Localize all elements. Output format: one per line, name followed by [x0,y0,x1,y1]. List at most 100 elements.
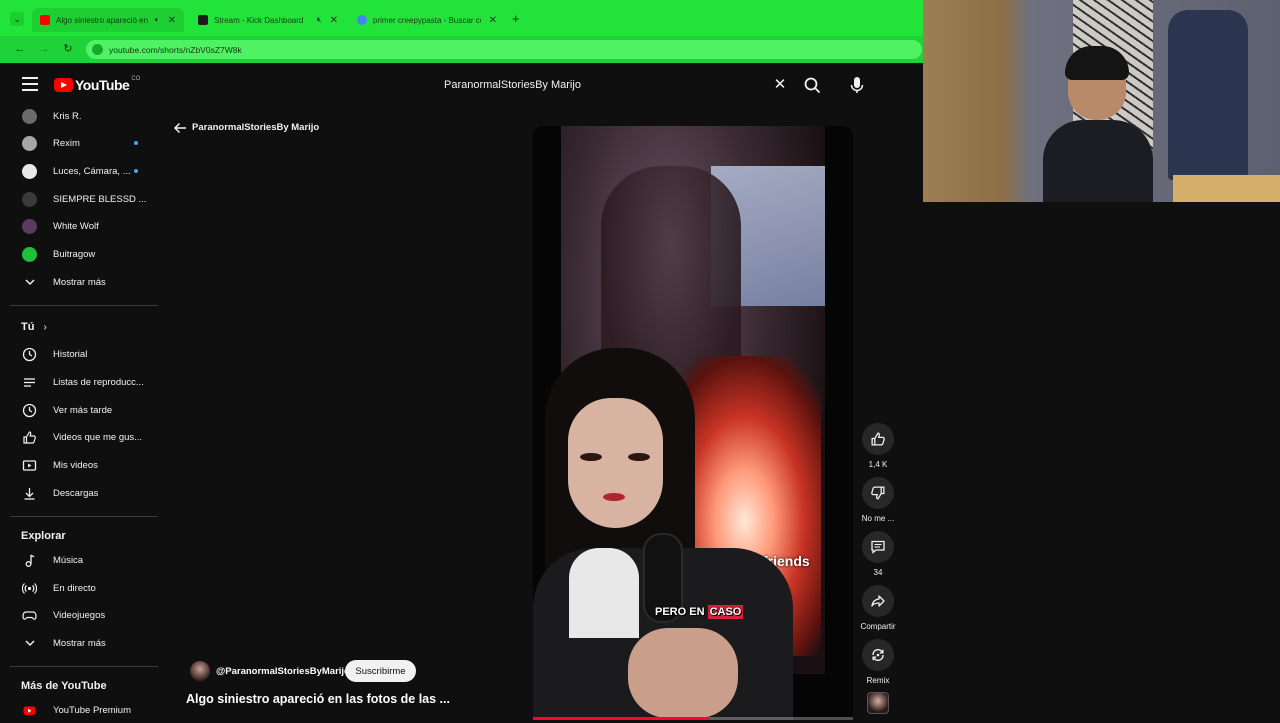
divider [10,516,158,517]
thumbs-up-icon [22,430,37,445]
comment-count: 34 [873,568,883,577]
sidebar-item-label: Videos que me gus... [53,431,143,443]
sidebar-item-history[interactable]: Historial [12,341,158,367]
microphone-icon[interactable] [845,74,869,96]
comment-icon [871,540,885,554]
sidebar-item-music[interactable]: Música [12,547,158,573]
sidebar-item-youtube-premium[interactable]: YouTube Premium [12,697,158,723]
mute-icon[interactable]: 🔇︎ [317,15,322,25]
webcam-overlay [923,0,1280,202]
close-tab-icon[interactable]: ✕ [330,15,338,26]
thumbs-up-icon [871,432,885,446]
close-tab-icon[interactable]: ✕ [489,15,497,26]
channel-handle[interactable]: @ParanormalStoriesByMarijo [216,666,350,677]
dislike-button[interactable] [862,477,894,509]
new-content-dot [134,141,138,145]
divider [10,666,158,667]
subscription-item[interactable]: Luces, Cámara, ... [12,158,158,184]
subscription-label: SIEMPRE BLESSD ... [53,193,147,205]
shorts-video-player[interactable]: friends PERO EN CASO [533,126,853,720]
tab-title: Algo siniestro apareció en [56,15,149,25]
sidebar-item-label: Listas de reproducc... [53,376,144,388]
subscription-label: White Wolf [53,220,99,232]
reload-icon[interactable]: ↻ [60,41,76,57]
url-text: youtube.com/shorts/nZbV0sZ7W8k [109,44,242,55]
subscription-item[interactable]: Buitragow [12,241,158,267]
tab-title: primer creepypasta - Buscar co [373,15,481,25]
forward-icon[interactable]: → [36,41,52,57]
avatar [22,191,37,207]
clear-search-icon[interactable]: ✕ [771,76,789,94]
search-icon[interactable] [800,74,824,96]
like-count: 1,4 K [868,460,888,469]
sidebar-item-my-videos[interactable]: Mis videos [12,452,158,478]
google-favicon-icon [357,15,367,25]
empty-area [923,202,1280,720]
sidebar-item-label: En directo [53,582,96,594]
more-from-youtube-heading: Más de YouTube [21,680,107,692]
chevron-down-icon [22,275,37,290]
sidebar-item-playlists[interactable]: Listas de reproducc... [12,369,158,395]
sidebar-item-live[interactable]: En directo [12,575,158,601]
search-input[interactable]: ParanormalStoriesBy Marijo [434,72,796,98]
presenter-figure [533,348,793,720]
remix-button[interactable] [862,639,894,671]
comments-button[interactable] [862,531,894,563]
browser-tab-active[interactable]: Algo siniestro apareció en 🔈︎ ✕ [32,8,184,32]
youtube-favicon-icon [40,15,50,25]
subscription-label: Rexim [53,137,80,149]
browser-tab[interactable]: Stream - Kick Dashboard 🔇︎ ✕ [190,8,346,32]
show-more-subscriptions[interactable]: Mostrar más [12,269,158,295]
channel-avatar[interactable] [190,661,210,681]
show-more-label: Mostrar más [53,637,106,649]
browser-tab[interactable]: primer creepypasta - Buscar co ✕ [349,8,505,32]
back-channel-label[interactable]: ParanormalStoriesBy Marijo [192,122,319,133]
subscription-label: Buitragow [53,248,96,260]
sidebar-item-label: Mis videos [53,459,98,471]
divider [10,305,158,306]
menu-icon[interactable] [22,77,38,91]
sidebar-item-label: YouTube Premium [53,704,131,716]
video-icon [22,458,37,473]
remix-label: Remix [866,676,890,685]
tab-title: Stream - Kick Dashboard [214,15,304,25]
sound-thumbnail[interactable] [867,692,889,714]
back-icon[interactable]: ← [12,41,28,57]
sidebar-item-liked-videos[interactable]: Videos que me gus... [12,424,158,450]
sidebar-item-label: Historial [53,348,88,360]
avatar [22,246,37,262]
sidebar-item-downloads[interactable]: Descargas [12,480,158,506]
site-info-icon[interactable] [92,44,103,55]
dislike-label: No me ... [861,514,895,523]
sidebar-item-label: Descargas [53,487,99,499]
video-caption: PERO EN CASO [655,605,744,619]
you-section-heading[interactable]: Tú › [21,321,47,333]
subscription-label: Kris R. [53,110,82,122]
back-arrow-icon[interactable] [172,120,188,136]
avatar [22,108,37,124]
tab-list-button[interactable]: ⌄ [10,12,24,26]
sidebar-item-gaming[interactable]: Videojuegos [12,602,158,628]
show-more-label: Mostrar más [53,276,106,288]
subscription-item[interactable]: White Wolf [12,213,158,239]
show-more-explore[interactable]: Mostrar más [12,630,158,656]
music-note-icon [22,553,37,568]
new-tab-icon[interactable]: + [512,11,520,26]
avatar [22,218,37,234]
subscribe-button[interactable]: Suscribirme [345,660,416,682]
subscription-item[interactable]: Kris R. [12,103,158,129]
share-label: Compartir [860,622,896,631]
video-title[interactable]: Algo siniestro apareció en las fotos de … [186,692,450,706]
sidebar-item-watch-later[interactable]: Ver más tarde [12,397,158,423]
subscription-item[interactable]: Rexim [12,130,158,156]
youtube-logo[interactable]: YouTube CO [54,76,140,93]
like-button[interactable] [862,423,894,455]
subscription-item[interactable]: SIEMPRE BLESSD ... [12,186,158,212]
kick-favicon-icon [198,15,208,25]
speaker-icon[interactable]: 🔈︎ [155,15,160,25]
sidebar-item-label: Ver más tarde [53,404,113,416]
share-button[interactable] [862,585,894,617]
live-icon [22,581,37,596]
address-bar[interactable]: youtube.com/shorts/nZbV0sZ7W8k [86,40,922,59]
close-tab-icon[interactable]: ✕ [168,15,176,26]
